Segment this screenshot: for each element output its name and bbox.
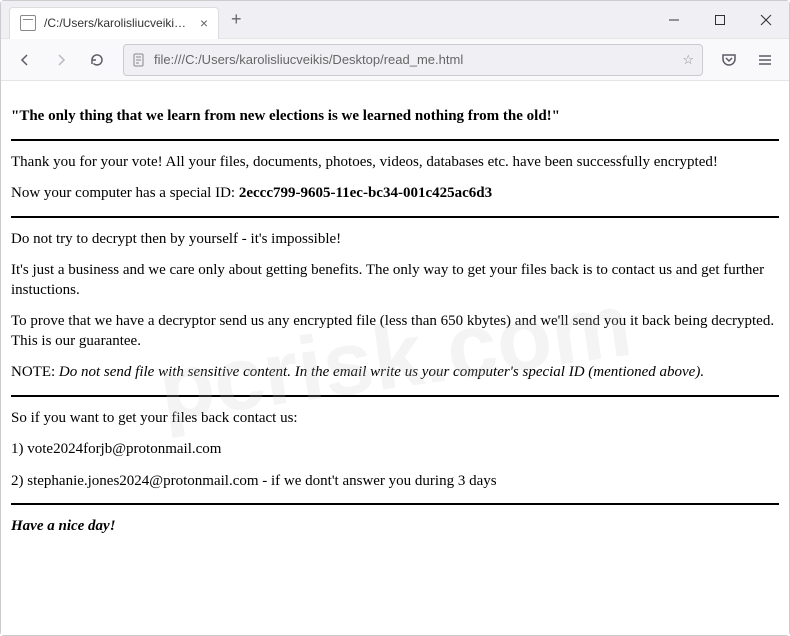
paragraph-note: NOTE: Do not send file with sensitive co…: [11, 363, 779, 383]
menu-button[interactable]: [749, 44, 781, 76]
note-text: Do not send file with sensitive content.…: [59, 364, 704, 380]
closing-text: Have a nice day!: [11, 517, 779, 537]
url-text: file:///C:/Users/karolisliucveikis/Deskt…: [154, 52, 674, 67]
paragraph-warning: Do not try to decrypt then by yourself -…: [11, 230, 779, 250]
minimize-button[interactable]: [651, 5, 697, 35]
pocket-button[interactable]: [713, 44, 745, 76]
divider: [11, 216, 779, 218]
window-controls: [651, 1, 789, 38]
divider: [11, 395, 779, 397]
file-page-icon: [132, 53, 146, 67]
paragraph-contact: So if you want to get your files back co…: [11, 409, 779, 429]
contact-email-1: 1) vote2024forjb@protonmail.com: [11, 440, 779, 460]
file-icon: [20, 15, 36, 31]
url-bar[interactable]: file:///C:/Users/karolisliucveikis/Deskt…: [123, 44, 703, 76]
ransom-heading: "The only thing that we learn from new e…: [11, 107, 779, 127]
active-tab[interactable]: /C:/Users/karolisliucveikis/Desktop/ ×: [9, 7, 219, 39]
close-tab-icon[interactable]: ×: [198, 15, 210, 31]
close-button[interactable]: [743, 5, 789, 35]
toolbar: file:///C:/Users/karolisliucveikis/Deskt…: [1, 39, 789, 81]
browser-window: /C:/Users/karolisliucveikis/Desktop/ × +: [0, 0, 790, 636]
page-content: pcrisk.com "The only thing that we learn…: [1, 81, 789, 635]
bookmark-star-icon[interactable]: ☆: [682, 52, 694, 68]
paragraph-intro: Thank you for your vote! All your files,…: [11, 153, 779, 173]
paragraph-proof: To prove that we have a decryptor send u…: [11, 312, 779, 351]
contact-email-2: 2) stephanie.jones2024@protonmail.com - …: [11, 472, 779, 492]
special-id: 2eccc799-9605-11ec-bc34-001c425ac6d3: [239, 185, 492, 201]
titlebar: /C:/Users/karolisliucveikis/Desktop/ × +: [1, 1, 789, 39]
new-tab-button[interactable]: +: [219, 9, 254, 30]
note-label: NOTE:: [11, 364, 59, 380]
paragraph-id: Now your computer has a special ID: 2ecc…: [11, 184, 779, 204]
reload-button[interactable]: [81, 44, 113, 76]
tabs-area: /C:/Users/karolisliucveikis/Desktop/ × +: [1, 1, 651, 38]
paragraph-business: It's just a business and we care only ab…: [11, 261, 779, 300]
tab-title: /C:/Users/karolisliucveikis/Desktop/: [44, 16, 190, 30]
back-button[interactable]: [9, 44, 41, 76]
divider: [11, 139, 779, 141]
id-prefix: Now your computer has a special ID:: [11, 185, 239, 201]
maximize-button[interactable]: [697, 5, 743, 35]
forward-button[interactable]: [45, 44, 77, 76]
divider: [11, 503, 779, 505]
